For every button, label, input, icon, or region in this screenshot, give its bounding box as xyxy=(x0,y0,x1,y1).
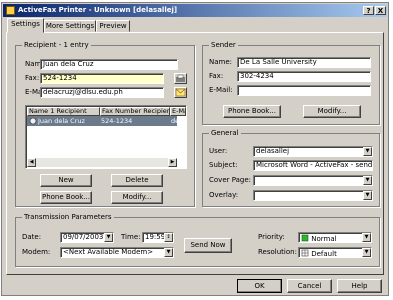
modem-value: <Next Available Modem> xyxy=(63,248,154,256)
sender-group-label: Sender xyxy=(209,41,238,49)
row-fax-cell: 524-1234 xyxy=(101,117,133,125)
date-label: Date: xyxy=(22,233,42,241)
modem-select[interactable]: <Next Available Modem> ▼ xyxy=(60,247,174,258)
time-value: 19:59 xyxy=(145,233,166,241)
sender-group: Sender Name: De La Salle University Fax:… xyxy=(202,41,380,125)
delete-recipient-button[interactable]: Delete xyxy=(111,174,163,187)
chevron-down-icon[interactable]: ▼ xyxy=(363,147,372,156)
tab-preview[interactable]: Preview xyxy=(96,20,130,32)
recipient-list[interactable]: Name 1 Recipient Fax Number Recipient E-… xyxy=(25,105,187,169)
tab-settings[interactable]: Settings xyxy=(7,18,44,33)
chevron-down-icon[interactable]: ▼ xyxy=(363,176,372,185)
app-icon xyxy=(6,6,15,15)
sender-fax-field[interactable]: 302-4234 xyxy=(237,71,371,82)
date-value: 09/07/2003 xyxy=(63,233,104,241)
resolution-value: Default xyxy=(311,250,337,258)
help-button[interactable]: Help xyxy=(337,279,382,293)
subject-label: Subject: xyxy=(209,161,238,169)
priority-select[interactable]: Normal ▼ xyxy=(298,232,372,243)
recipient-group-label: Recipient - 1 entry xyxy=(22,41,91,49)
user-select[interactable]: delasallej ▼ xyxy=(253,146,373,157)
user-value: delasallej xyxy=(256,147,290,155)
recipient-row-icon xyxy=(29,117,37,125)
scroll-left-icon[interactable]: ◀ xyxy=(27,158,36,167)
ok-button[interactable]: OK xyxy=(237,279,282,293)
help-title-button[interactable]: ? xyxy=(363,6,374,15)
subject-field[interactable]: Microsoft Word - ActiveFax - send fa xyxy=(253,160,373,171)
chevron-down-icon[interactable]: ▼ xyxy=(362,233,371,242)
modem-label: Modem: xyxy=(22,248,51,256)
new-recipient-button[interactable]: New xyxy=(40,174,92,187)
chevron-down-icon[interactable]: ▼ xyxy=(104,233,113,242)
chevron-down-icon[interactable]: ▼ xyxy=(363,191,372,200)
spin-icon[interactable]: ↕ xyxy=(164,233,173,242)
general-group: General User: delasallej ▼ Subject: Micr… xyxy=(202,129,380,207)
fax-dial-icon[interactable] xyxy=(174,73,187,84)
recipient-fax-field[interactable]: 524-1234 xyxy=(40,73,164,84)
close-button[interactable]: X xyxy=(375,6,386,15)
window-title: ActiveFax Printer - Unknown [delasallej] xyxy=(18,6,178,14)
recipient-email-field[interactable]: delacruzj@dlsu.edu.ph xyxy=(40,87,164,98)
row-email-cell: dela xyxy=(171,117,185,125)
list-horizontal-scrollbar[interactable]: ◀ ▶ xyxy=(27,158,177,167)
recipient-group: Recipient - 1 entry Name: Juan dela Cruz… xyxy=(15,41,195,207)
scroll-right-icon[interactable]: ▶ xyxy=(168,158,177,167)
sender-email-field[interactable] xyxy=(237,85,371,96)
fax-printer-window: ActiveFax Printer - Unknown [delasallej]… xyxy=(1,2,389,296)
cancel-button[interactable]: Cancel xyxy=(287,279,332,293)
sender-modify-button[interactable]: Modify... xyxy=(303,105,361,118)
sender-name-label: Name: xyxy=(209,58,233,66)
resolution-label: Resolution: xyxy=(258,248,297,256)
resolution-select[interactable]: Default ▼ xyxy=(298,247,372,258)
overlay-select[interactable]: ▼ xyxy=(253,190,373,201)
resolution-grid-icon xyxy=(301,249,309,257)
send-now-button[interactable]: Send Now xyxy=(184,238,232,253)
tab-more-settings[interactable]: More Settings xyxy=(44,20,96,32)
recipient-phonebook-button[interactable]: Phone Book... xyxy=(40,191,92,204)
cover-page-label: Cover Page: xyxy=(209,176,252,184)
chevron-down-icon[interactable]: ▼ xyxy=(164,248,173,257)
priority-label: Priority: xyxy=(258,233,285,241)
time-spinner[interactable]: 19:59 ↕ xyxy=(142,232,174,243)
transmission-group: Transmission Parameters Date: 09/07/2003… xyxy=(15,213,380,267)
sender-email-label: E-Mail: xyxy=(209,86,233,94)
sender-phonebook-button[interactable]: Phone Book... xyxy=(223,105,281,118)
column-header-name[interactable]: Name 1 Recipient xyxy=(27,107,100,116)
title-bar[interactable]: ActiveFax Printer - Unknown [delasallej]… xyxy=(3,4,387,17)
overlay-label: Overlay: xyxy=(209,191,239,199)
priority-green-icon xyxy=(301,234,309,242)
column-header-email[interactable]: E-Mail xyxy=(170,107,186,116)
recipient-modify-button[interactable]: Modify... xyxy=(111,191,163,204)
sender-fax-label: Fax: xyxy=(209,72,224,80)
general-group-label: General xyxy=(209,129,241,137)
priority-value: Normal xyxy=(311,235,337,243)
sender-name-field[interactable]: De La Salle University xyxy=(237,57,371,68)
cover-page-select[interactable]: ▼ xyxy=(253,175,373,186)
user-label: User: xyxy=(209,147,228,155)
time-label: Time: xyxy=(121,233,141,241)
transmission-group-label: Transmission Parameters xyxy=(22,213,114,221)
date-picker[interactable]: 09/07/2003 ▼ xyxy=(60,232,114,243)
row-name-cell: Juan dela Cruz xyxy=(38,117,85,125)
column-header-fax[interactable]: Fax Number Recipient xyxy=(100,107,170,116)
recipient-name-field[interactable]: Juan dela Cruz xyxy=(40,59,178,70)
chevron-down-icon[interactable]: ▼ xyxy=(362,248,371,257)
mail-envelope-icon[interactable] xyxy=(174,87,187,98)
recipient-fax-label: Fax: xyxy=(25,74,40,82)
